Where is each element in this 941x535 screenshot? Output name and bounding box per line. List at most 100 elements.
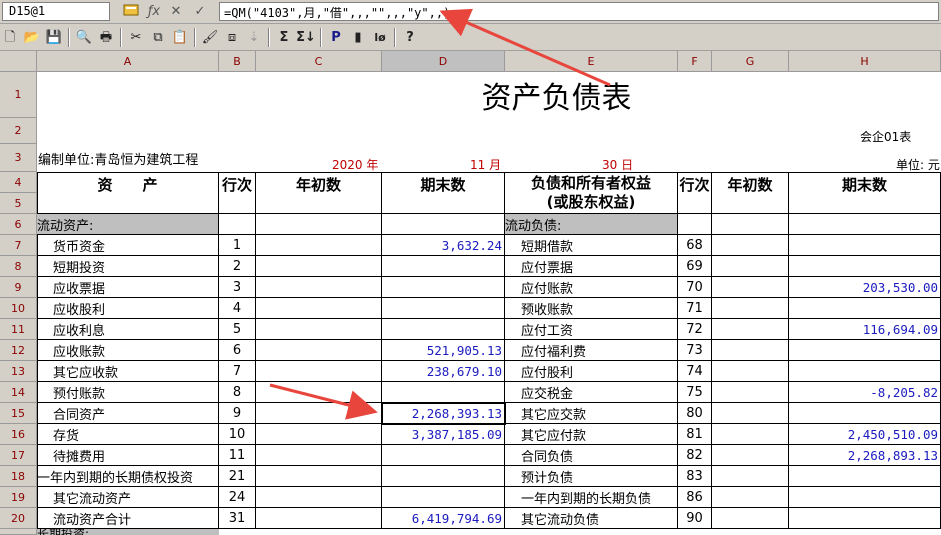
table-cell-end[interactable] — [382, 256, 505, 277]
table-cell-asset[interactable]: 其它应收款 — [37, 361, 219, 382]
table-cell-begin[interactable] — [256, 403, 382, 424]
table-cell-asset[interactable]: 短期投资 — [37, 256, 219, 277]
table-cell-end[interactable]: 238,679.10 — [382, 361, 505, 382]
row-header[interactable]: 20 — [0, 508, 37, 529]
table-cell-asset[interactable]: 应收账款 — [37, 340, 219, 361]
table-cell-liab[interactable]: 一年内到期的长期负债 — [505, 487, 678, 508]
section-current-liabilities[interactable]: 流动负债: — [505, 214, 678, 235]
table-cell-end2[interactable]: 116,694.09 — [789, 319, 941, 340]
table-cell-asset[interactable]: 货币资金 — [37, 235, 219, 256]
table-cell-line2[interactable]: 74 — [678, 361, 712, 382]
sum-icon[interactable]: Σ — [274, 28, 294, 47]
table-cell-begin[interactable] — [256, 424, 382, 445]
row-header[interactable]: 19 — [0, 487, 37, 508]
table-cell-end[interactable] — [382, 298, 505, 319]
table-cell-line2[interactable]: 71 — [678, 298, 712, 319]
copy-icon[interactable]: ⧉ — [148, 28, 168, 47]
table-cell-begin2[interactable] — [712, 508, 789, 529]
sort-icon[interactable]: ⇣ — [244, 28, 264, 47]
table-cell-end2[interactable] — [789, 256, 941, 277]
calc-icon[interactable] — [121, 3, 141, 21]
table-cell-liab[interactable]: 应付福利费 — [505, 340, 678, 361]
table-cell-line[interactable]: 24 — [219, 487, 256, 508]
print-preview-icon[interactable]: 🔍 — [74, 28, 94, 47]
row-header[interactable]: 2 — [0, 118, 37, 144]
table-cell-begin2[interactable] — [712, 340, 789, 361]
row-header[interactable]: 18 — [0, 466, 37, 487]
table-cell-line[interactable]: 10 — [219, 424, 256, 445]
cell[interactable] — [219, 214, 256, 235]
row-header[interactable]: 11 — [0, 319, 37, 340]
table-cell-begin2[interactable] — [712, 466, 789, 487]
table-cell-line[interactable]: 11 — [219, 445, 256, 466]
col-header-a[interactable]: A — [37, 51, 219, 72]
table-cell-begin[interactable] — [256, 277, 382, 298]
table-cell-liab[interactable]: 短期借款 — [505, 235, 678, 256]
row-header[interactable]: 15 — [0, 403, 37, 424]
table-cell-line[interactable]: 1 — [219, 235, 256, 256]
table-cell-begin2[interactable] — [712, 424, 789, 445]
table-cell-asset[interactable]: 应收利息 — [37, 319, 219, 340]
cell[interactable] — [382, 214, 505, 235]
table-cell-end[interactable]: 6,419,794.69 — [382, 508, 505, 529]
table-cell-line[interactable]: 9 — [219, 403, 256, 424]
table-cell-line[interactable]: 21 — [219, 466, 256, 487]
paste-icon[interactable]: 📋 — [170, 28, 190, 47]
table-cell-liab[interactable]: 其它应交款 — [505, 403, 678, 424]
row-header[interactable]: 6 — [0, 214, 37, 235]
row-header[interactable]: 8 — [0, 256, 37, 277]
fill-icon[interactable]: ⧈ — [222, 28, 242, 47]
table-cell-line[interactable]: 6 — [219, 340, 256, 361]
table-cell-end2[interactable] — [789, 508, 941, 529]
table-cell-end2[interactable] — [789, 235, 941, 256]
table-cell-line2[interactable]: 69 — [678, 256, 712, 277]
cell[interactable] — [678, 214, 712, 235]
table-cell-line2[interactable]: 70 — [678, 277, 712, 298]
log-icon[interactable]: lø — [370, 28, 390, 47]
row-header[interactable]: 9 — [0, 277, 37, 298]
table-cell-liab[interactable]: 其它应付款 — [505, 424, 678, 445]
table-cell-end[interactable]: 521,905.13 — [382, 340, 505, 361]
table-cell-line2[interactable]: 81 — [678, 424, 712, 445]
table-cell-end[interactable]: 3,632.24 — [382, 235, 505, 256]
table-cell-end2[interactable]: 203,530.00 — [789, 277, 941, 298]
table-cell-begin[interactable] — [256, 382, 382, 403]
table-cell-line2[interactable]: 72 — [678, 319, 712, 340]
table-cell-line2[interactable]: 90 — [678, 508, 712, 529]
table-cell-asset[interactable]: 应收股利 — [37, 298, 219, 319]
row-header[interactable]: 5 — [0, 193, 37, 214]
row-header[interactable]: 1 — [0, 72, 37, 118]
row-header[interactable]: 10 — [0, 298, 37, 319]
cell[interactable] — [789, 214, 941, 235]
section-long-term-investments[interactable]: 长期投资: — [37, 529, 219, 535]
format-painter-icon[interactable]: 🖌 — [200, 28, 220, 47]
table-cell-end[interactable] — [382, 319, 505, 340]
table-cell-begin2[interactable] — [712, 445, 789, 466]
row-header[interactable] — [0, 529, 37, 535]
row-header[interactable]: 4 — [0, 172, 37, 193]
table-cell-begin2[interactable] — [712, 298, 789, 319]
row-header[interactable]: 16 — [0, 424, 37, 445]
table-cell-end[interactable] — [382, 277, 505, 298]
fx-icon[interactable]: ƒx — [144, 3, 164, 21]
p-icon[interactable]: P — [326, 28, 346, 47]
table-cell-begin[interactable] — [256, 340, 382, 361]
section-current-assets[interactable]: 流动资产: — [37, 214, 219, 235]
cancel-icon[interactable]: ✕ — [166, 3, 186, 21]
table-cell-line2[interactable]: 82 — [678, 445, 712, 466]
row-header[interactable]: 12 — [0, 340, 37, 361]
table-cell-begin[interactable] — [256, 361, 382, 382]
table-cell-begin2[interactable] — [712, 256, 789, 277]
table-cell-end2[interactable]: -8,205.82 — [789, 382, 941, 403]
table-cell-line[interactable]: 4 — [219, 298, 256, 319]
table-cell-end2[interactable] — [789, 487, 941, 508]
table-cell-liab[interactable]: 应交税金 — [505, 382, 678, 403]
table-cell-end[interactable] — [382, 445, 505, 466]
table-cell-asset[interactable]: 其它流动资产 — [37, 487, 219, 508]
table-cell-liab[interactable]: 应付票据 — [505, 256, 678, 277]
table-cell-asset[interactable]: 流动资产合计 — [37, 508, 219, 529]
cell[interactable] — [712, 214, 789, 235]
table-cell-begin2[interactable] — [712, 319, 789, 340]
table-cell-line[interactable]: 5 — [219, 319, 256, 340]
row-header[interactable]: 3 — [0, 144, 37, 172]
